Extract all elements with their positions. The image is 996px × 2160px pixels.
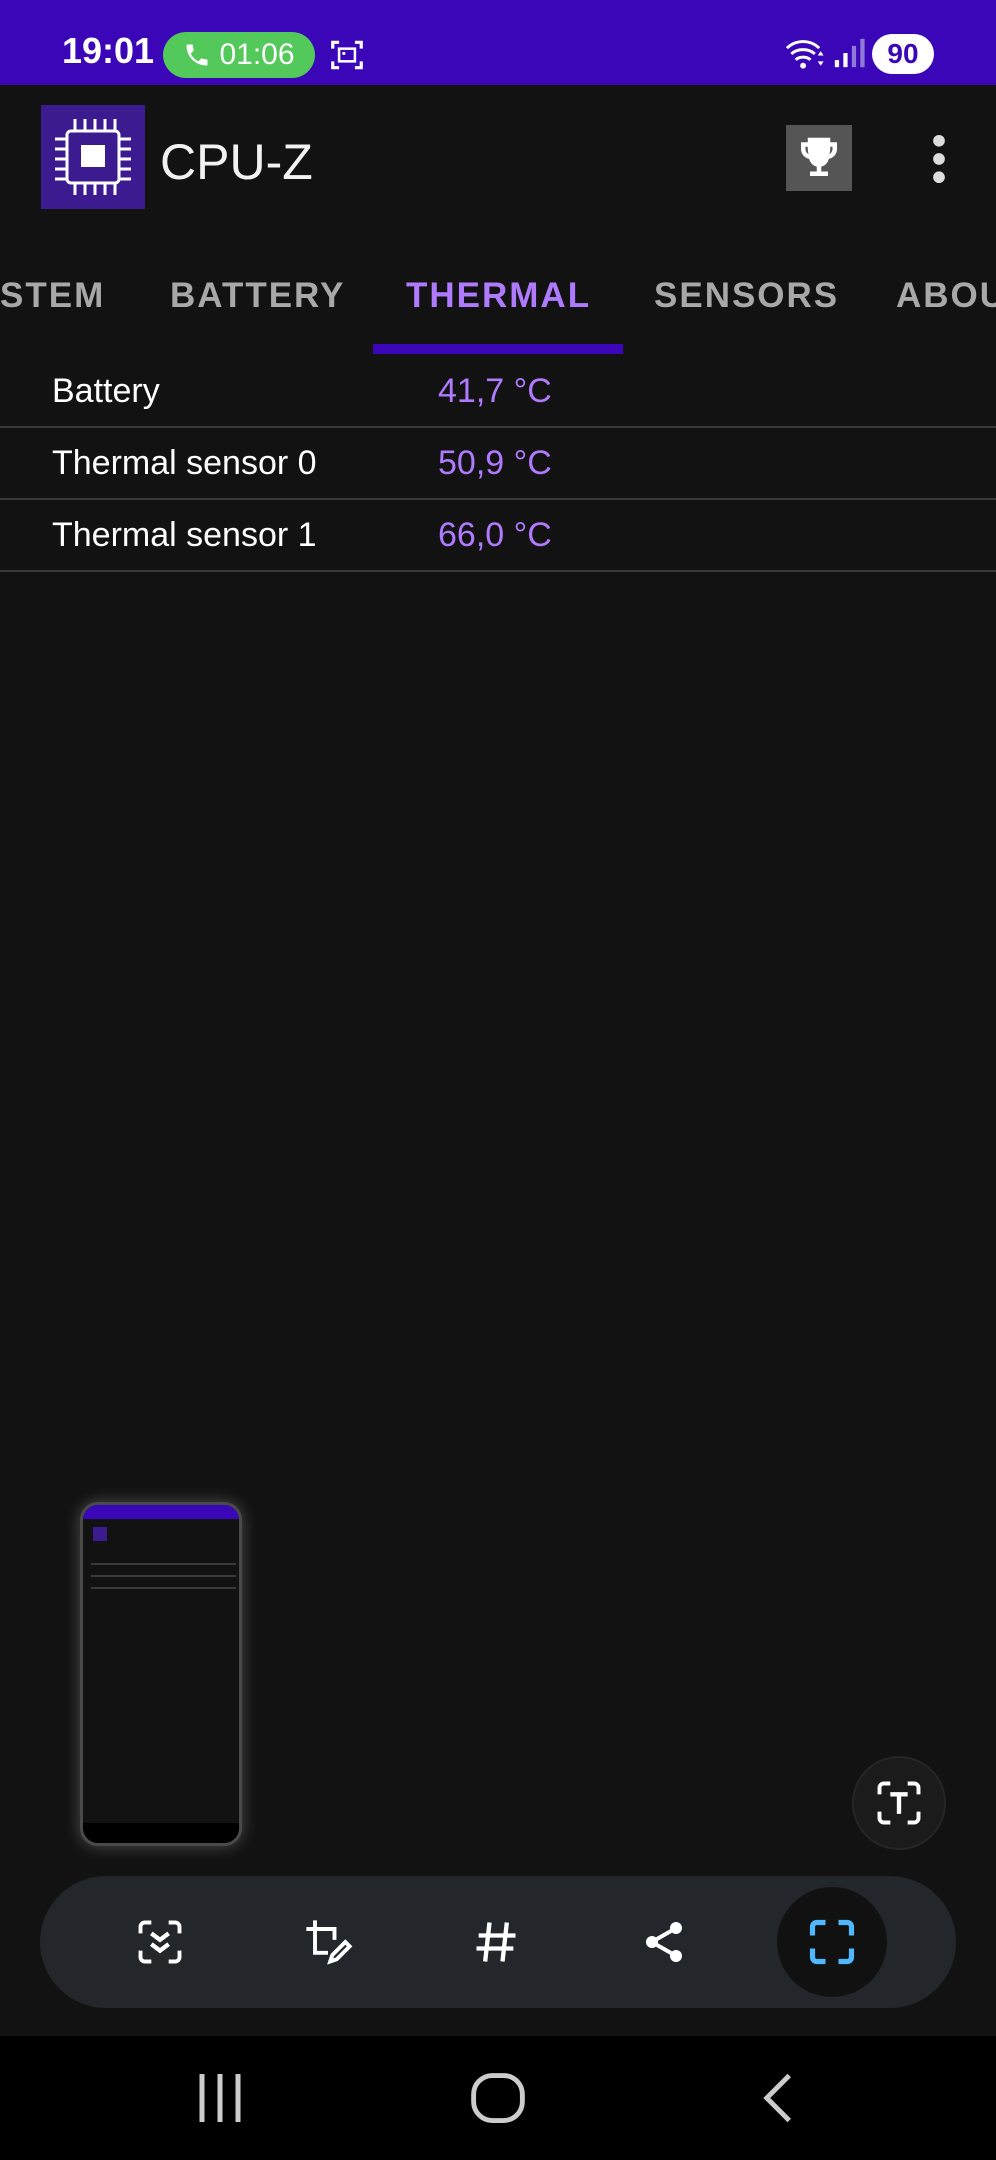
trophy-icon (801, 137, 837, 176)
cpu-chip-logo-icon (41, 105, 145, 209)
back-icon[interactable] (748, 2066, 808, 2130)
phone-icon (186, 44, 208, 66)
scroll-capture-icon (138, 1920, 182, 1964)
row-label: Thermal sensor 0 (52, 444, 317, 482)
app-title: CPU-Z (160, 134, 313, 190)
capture-area-icon (809, 1919, 855, 1965)
trophy-button[interactable] (786, 125, 852, 191)
battery-indicator: 90 (872, 34, 934, 74)
app-bar: CPU-Z (0, 85, 996, 235)
screenshot-toolbar (40, 1876, 956, 2008)
hashtag-icon (476, 1922, 516, 1962)
row-value: 66,0 °C (438, 516, 552, 554)
table-row: Battery 41,7 °C (0, 356, 996, 428)
thumbnail-divider (91, 1587, 236, 1589)
thermal-list: Battery 41,7 °C Thermal sensor 0 50,9 °C… (0, 356, 996, 572)
status-bar: 19:01 01:06 90 (0, 0, 996, 85)
thumbnail-status-bar (83, 1505, 239, 1519)
tab-sensors[interactable]: SENSORS (654, 276, 839, 316)
tab-system[interactable]: STEM (0, 276, 105, 316)
signal-icon (834, 38, 865, 68)
call-duration: 01:06 (219, 38, 295, 71)
table-row: Thermal sensor 0 50,9 °C (0, 428, 996, 500)
home-icon[interactable] (468, 2066, 528, 2130)
thumbnail-divider (91, 1563, 236, 1565)
row-label: Thermal sensor 1 (52, 516, 317, 554)
system-nav-bar (0, 2036, 996, 2160)
screenshot-icon (331, 40, 363, 70)
recents-icon[interactable] (190, 2066, 250, 2130)
status-time: 19:01 (62, 30, 155, 71)
tab-battery[interactable]: BATTERY (170, 276, 345, 316)
wifi-icon (785, 40, 824, 69)
share-button[interactable] (628, 1906, 700, 1978)
thumbnail-divider (91, 1575, 236, 1577)
text-extract-icon (877, 1781, 921, 1825)
row-value: 41,7 °C (438, 372, 552, 410)
tab-thermal[interactable]: THERMAL (406, 276, 591, 316)
share-icon (646, 1922, 682, 1962)
row-value: 50,9 °C (438, 444, 552, 482)
ongoing-call-pill[interactable]: 01:06 (163, 32, 315, 78)
scroll-capture-button[interactable] (124, 1906, 196, 1978)
table-row: Thermal sensor 1 66,0 °C (0, 500, 996, 572)
more-vert-icon[interactable] (920, 133, 958, 185)
screenshot-thumbnail[interactable] (80, 1502, 242, 1846)
thumbnail-nav-bar (83, 1823, 239, 1843)
extract-text-button[interactable] (852, 1756, 946, 1850)
hashtag-button[interactable] (460, 1906, 532, 1978)
row-label: Battery (52, 372, 160, 410)
capture-area-button[interactable] (777, 1887, 887, 1997)
active-tab-indicator (373, 344, 623, 354)
tab-about[interactable]: ABOU (896, 276, 996, 316)
crop-edit-button[interactable] (292, 1906, 364, 1978)
tab-bar: STEM BATTERY THERMAL SENSORS ABOU (0, 250, 996, 356)
battery-level: 90 (887, 38, 919, 69)
thumbnail-logo (93, 1527, 107, 1541)
crop-edit-icon (306, 1920, 353, 1965)
